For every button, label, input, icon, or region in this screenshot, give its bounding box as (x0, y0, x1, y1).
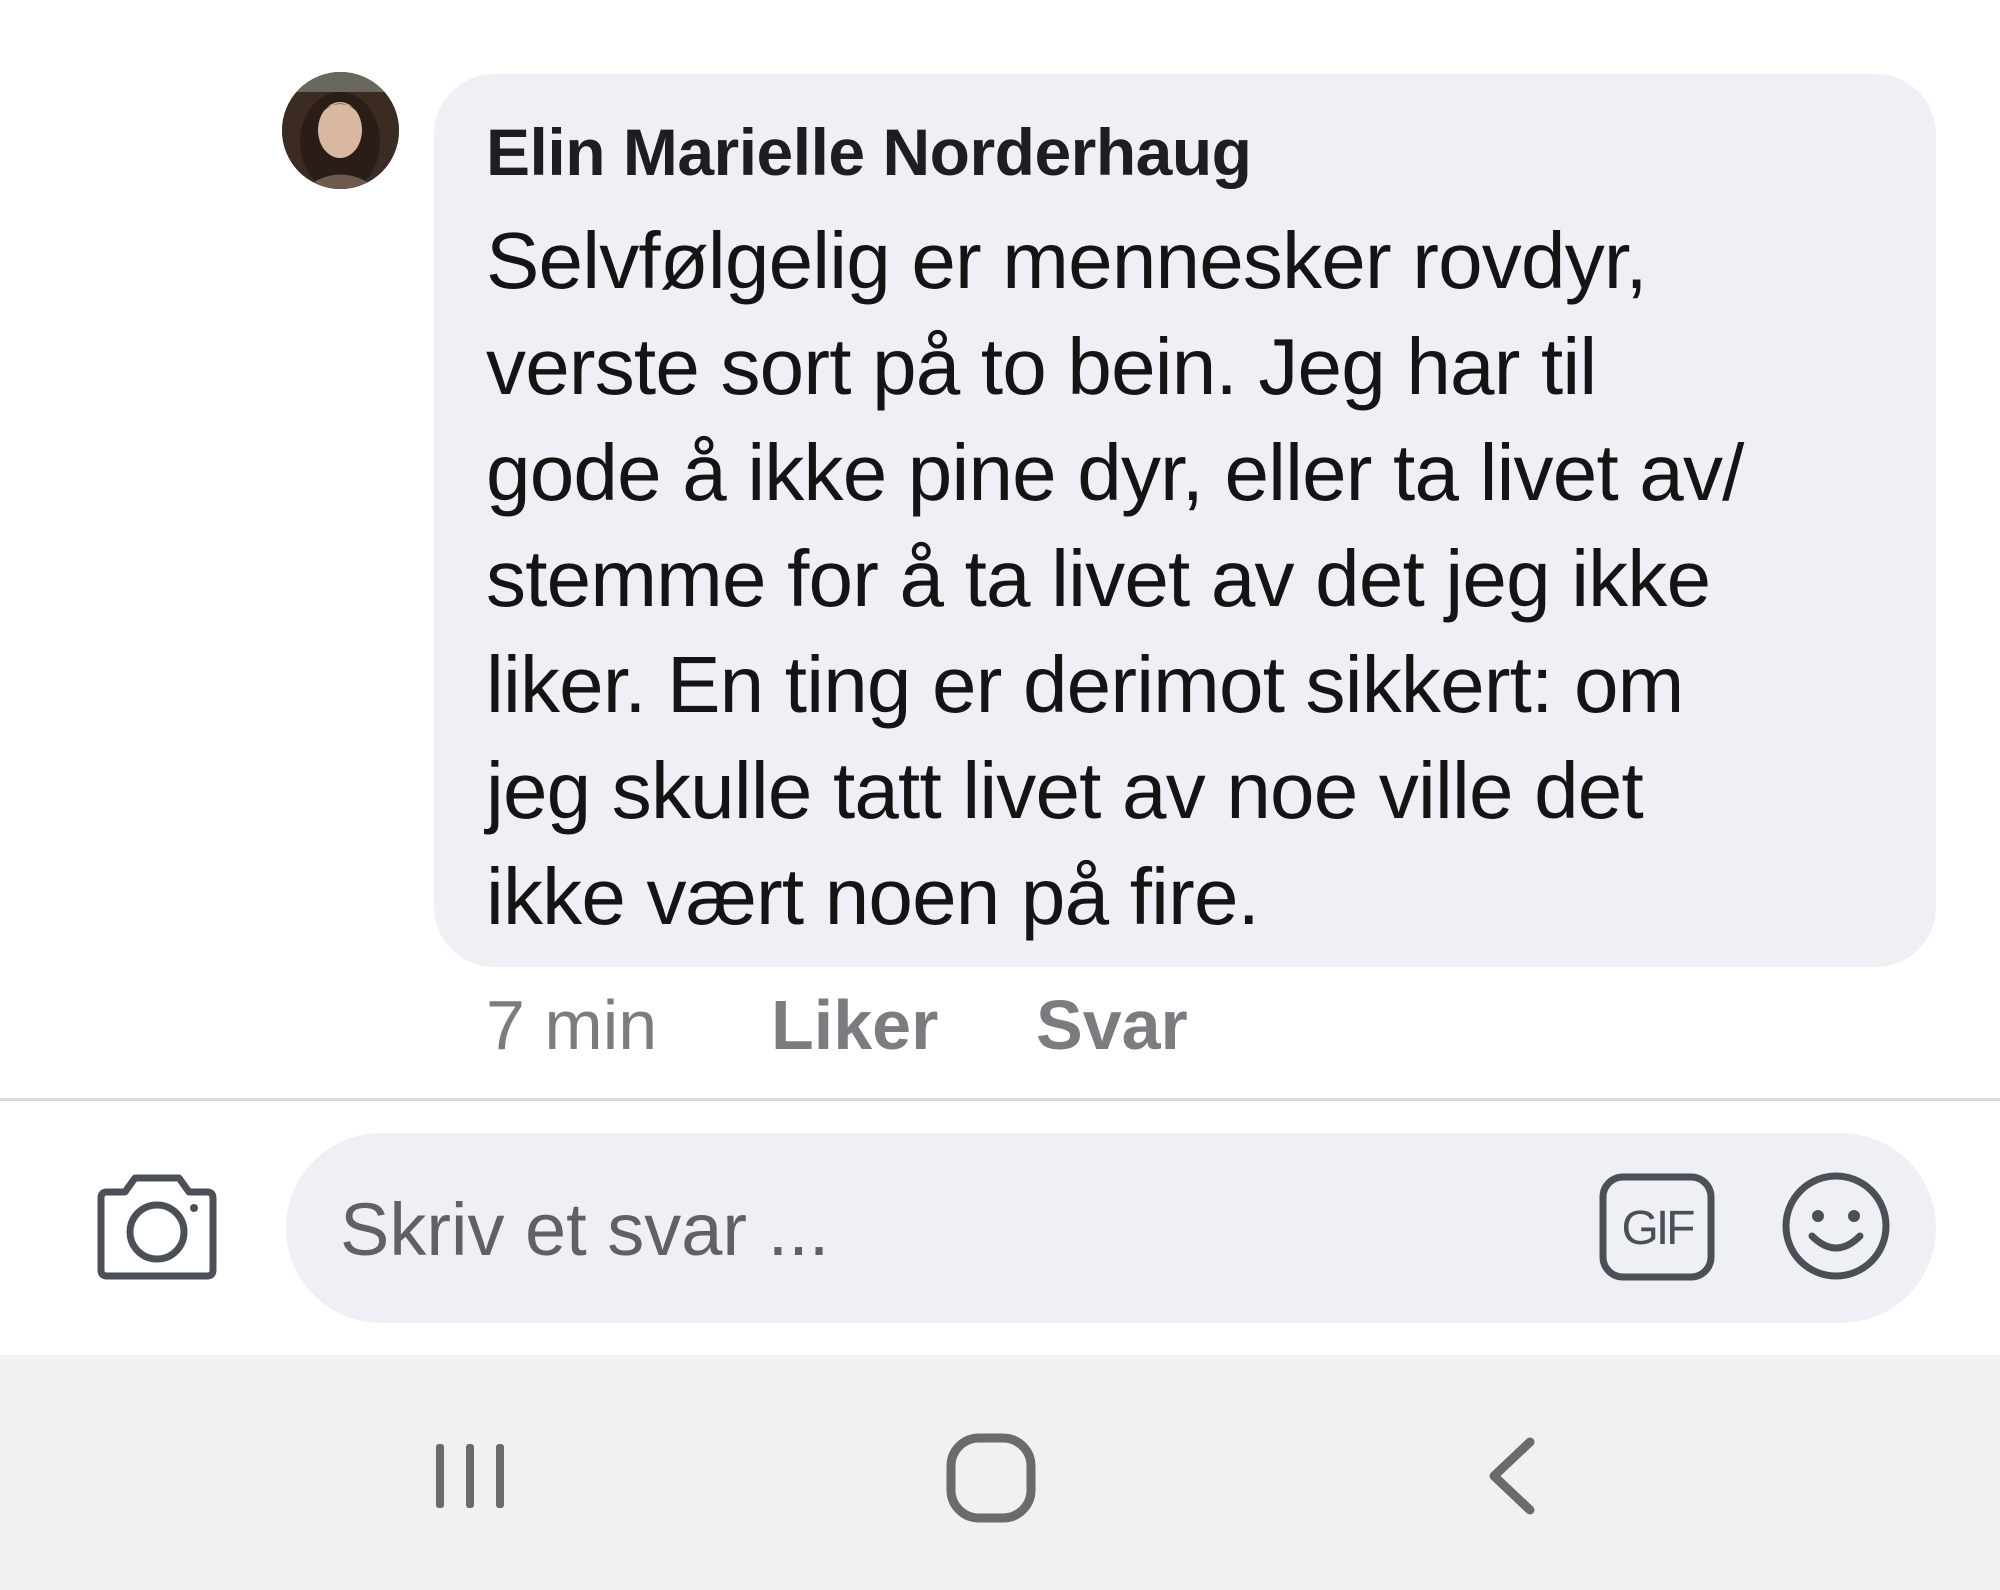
comment-bubble: Elin Marielle Norderhaug Selvfølgelig er… (434, 74, 1936, 967)
home-icon[interactable] (944, 1431, 1038, 1525)
comment-text: Selvfølgelig er mennesker rovdyr, verste… (486, 208, 1896, 950)
reply-input-placeholder: Skriv et svar ... (340, 1188, 830, 1271)
like-button[interactable]: Liker (771, 985, 938, 1065)
comment-author[interactable]: Elin Marielle Norderhaug (486, 112, 1896, 192)
comment-thread: Elin Marielle Norderhaug Selvfølgelig er… (0, 0, 2000, 1100)
comment-line: jeg skulle tatt livet av noe ville det (486, 746, 1644, 835)
avatar-photo (282, 72, 399, 189)
comment-line: stemme for å ta livet av det jeg ikke (486, 534, 1711, 623)
gif-icon[interactable]: GIF (1598, 1172, 1716, 1282)
comment-line: verste sort på to bein. Jeg har til (486, 322, 1597, 411)
comment-line: liker. En ting er derimot sikkert: om (486, 640, 1684, 729)
avatar[interactable] (282, 72, 399, 189)
comment-line: gode å ikke pine dyr, eller ta livet av/ (486, 428, 1744, 517)
gif-label: GIF (1622, 1202, 1695, 1255)
reply-button[interactable]: Svar (1036, 985, 1188, 1065)
comment-timestamp[interactable]: 7 min (486, 985, 657, 1065)
back-icon[interactable] (1478, 1436, 1548, 1516)
smiley-icon[interactable] (1780, 1170, 1892, 1282)
comment-line: Selvfølgelig er mennesker rovdyr, (486, 216, 1648, 305)
camera-icon[interactable] (95, 1170, 219, 1280)
comment-line: ikke vært noen på fire. (486, 852, 1260, 941)
recent-apps-icon[interactable] (430, 1436, 510, 1516)
